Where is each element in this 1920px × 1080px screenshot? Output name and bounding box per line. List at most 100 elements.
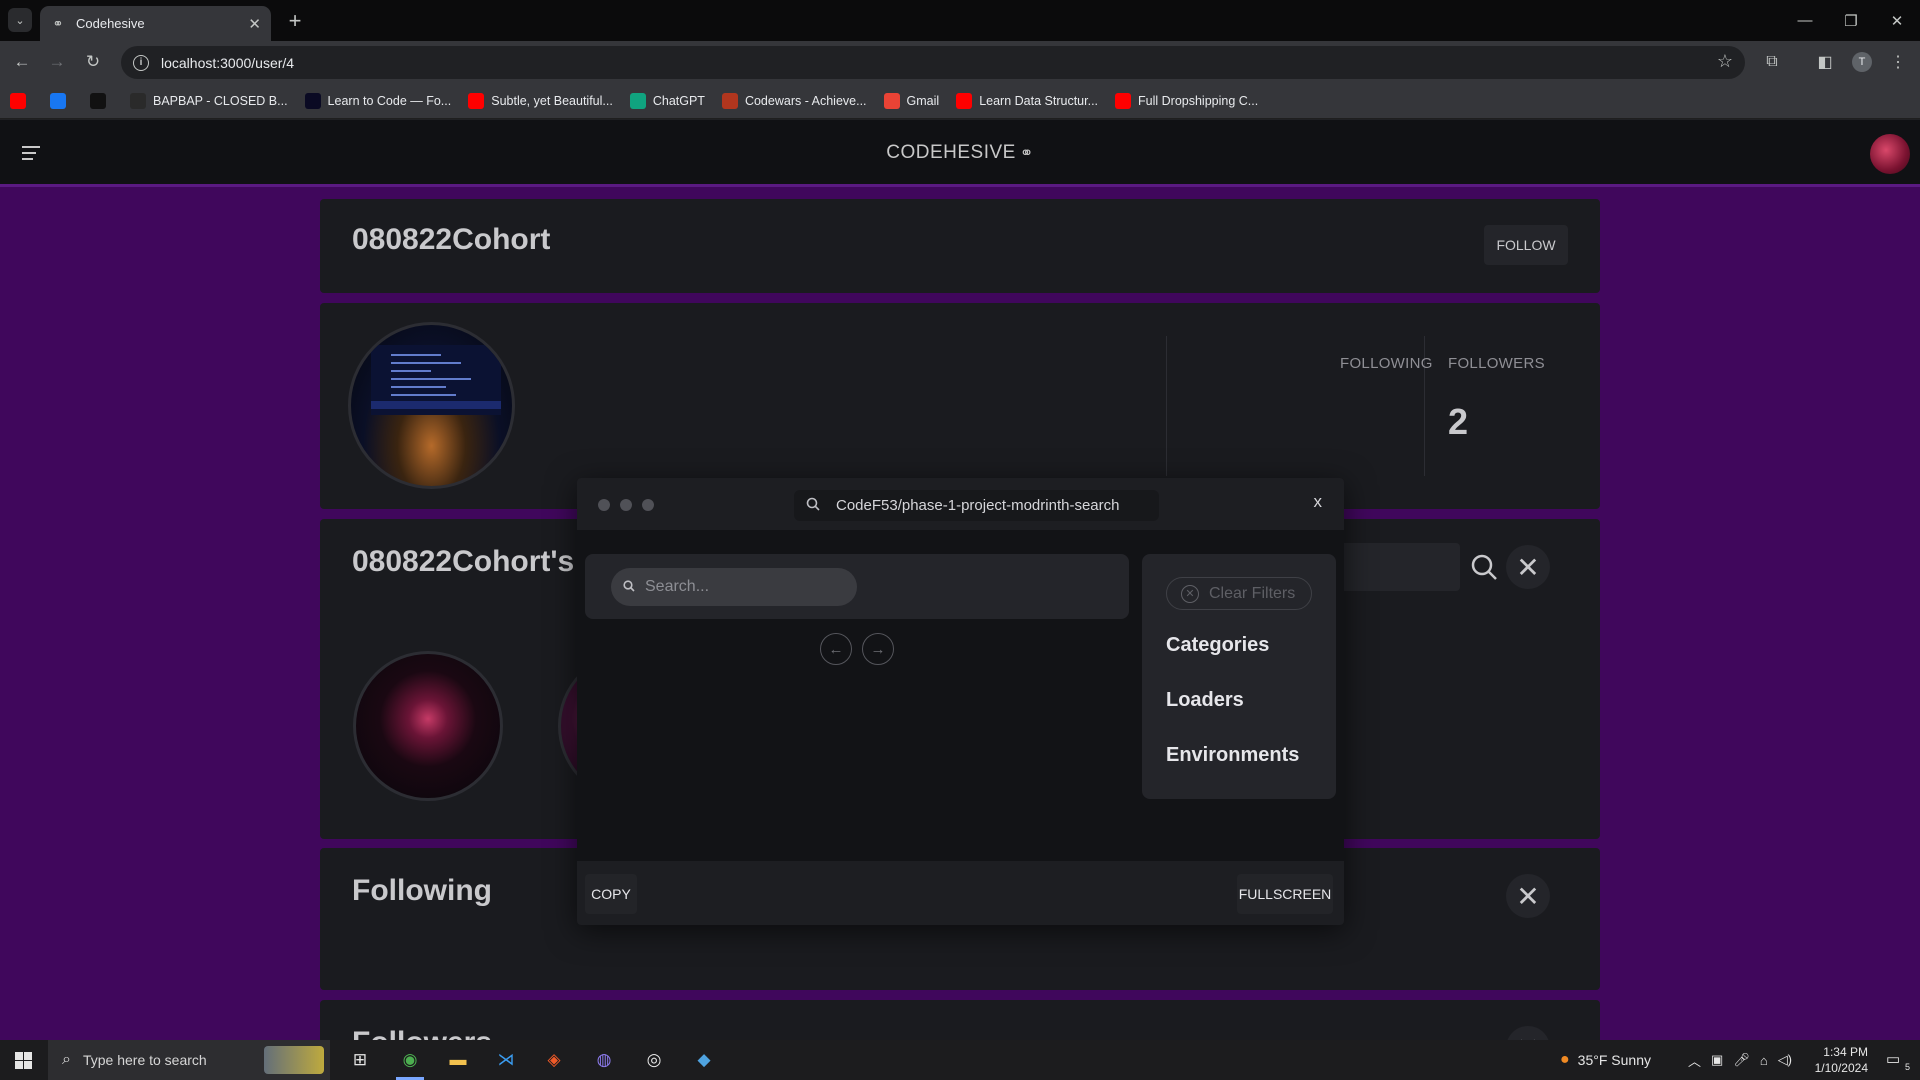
stats-divider <box>1166 336 1167 476</box>
bookmark-item[interactable] <box>90 92 113 109</box>
browser-toolbar: ← → ↻ i localhost:3000/user/4 ☆ ⧉ ◧ T ⋮ <box>0 41 1920 83</box>
window-dot-icon <box>620 499 632 511</box>
bookmark-item[interactable]: ChatGPT <box>629 92 705 109</box>
network-icon[interactable]: ⌂ <box>1760 1053 1768 1068</box>
filter-loaders[interactable]: Loaders <box>1166 689 1244 712</box>
profile-avatar[interactable]: T <box>1852 52 1872 72</box>
filter-categories[interactable]: Categories <box>1166 634 1269 657</box>
prev-page-button[interactable]: ← <box>820 633 852 665</box>
filter-environments[interactable]: Environments <box>1166 744 1299 767</box>
followers-count: 2 <box>1448 401 1469 442</box>
site-info-icon[interactable]: i <box>133 54 149 71</box>
profile-picture <box>348 322 515 489</box>
system-tray: ︿ ▣ 🎤︎ ⌂ ◁) <box>1688 1040 1792 1080</box>
bookmark-label: BAPBAP - CLOSED B... <box>153 93 288 108</box>
vscode-icon[interactable]: ⋊ <box>482 1040 530 1080</box>
chevron-up-icon[interactable]: ︿ <box>1688 1051 1701 1070</box>
windows-start-icon[interactable] <box>15 1052 32 1069</box>
tab-title: Codehesive <box>76 16 145 31</box>
youtube-icon <box>956 92 973 109</box>
close-icon[interactable]: ✕ <box>1506 874 1550 918</box>
project-thumbnail-nebula[interactable] <box>353 651 503 801</box>
search-panel <box>585 554 1129 619</box>
window-close-button[interactable]: ✕ <box>1874 0 1920 41</box>
meet-now-icon[interactable]: ▣ <box>1711 1052 1723 1068</box>
system-clock[interactable]: 1:34 PM 1/10/2024 <box>1815 1044 1868 1076</box>
extensions-icon[interactable]: ⧉ <box>1760 50 1784 74</box>
repo-name: CodeF53/phase-1-project-modrinth-search <box>836 497 1120 514</box>
git-app-icon[interactable]: ◈ <box>530 1040 578 1080</box>
clear-filters-button[interactable]: ✕ Clear Filters <box>1166 577 1312 610</box>
bookmark-item[interactable]: Learn to Code — Fo... <box>304 92 452 109</box>
next-page-button[interactable]: → <box>862 633 894 665</box>
search-icon[interactable] <box>1466 549 1502 585</box>
app-root: CODEHESIVE ⚭ 080822Cohort FOLLOW FOLLOWIN… <box>0 120 1920 1040</box>
user-avatar[interactable] <box>1870 134 1910 174</box>
restore-button[interactable]: ❐ <box>1828 0 1874 41</box>
gmail-icon <box>883 92 900 109</box>
bapbap-icon <box>130 92 146 109</box>
bookmark-item[interactable]: Subtle, yet Beautiful... <box>468 92 613 109</box>
follow-button[interactable]: FOLLOW <box>1484 225 1568 265</box>
projects-search-input[interactable] <box>1340 543 1460 591</box>
bookmark-item[interactable]: Codewars - Achieve... <box>721 92 867 109</box>
bookmark-item[interactable] <box>50 92 73 109</box>
bookmark-item[interactable]: Gmail <box>883 92 939 109</box>
sun-icon: ● <box>1560 1051 1570 1068</box>
bookmark-label: Full Dropshipping C... <box>1138 93 1259 108</box>
task-view-icon[interactable]: ⊞ <box>336 1040 384 1080</box>
close-icon[interactable]: ✕ <box>1506 545 1550 589</box>
followers-label: FOLLOWERS <box>1448 355 1545 372</box>
close-icon[interactable]: ✕ <box>1506 1026 1550 1040</box>
bookmark-item[interactable]: BAPBAP - CLOSED B... <box>130 92 288 109</box>
bookmark-star-icon[interactable]: ☆ <box>1717 51 1733 72</box>
file-explorer-icon[interactable]: ▬ <box>434 1040 482 1080</box>
obs-icon[interactable]: ◎ <box>630 1040 678 1080</box>
repo-address: CodeF53/phase-1-project-modrinth-search <box>794 490 1159 521</box>
bookmark-label: Learn to Code — Fo... <box>327 93 452 108</box>
weather-text: 35°F Sunny <box>1577 1052 1651 1068</box>
code-screen-image <box>371 345 501 415</box>
forward-button[interactable]: → <box>43 48 71 76</box>
git-branch-icon: ⚭ <box>1019 145 1034 162</box>
side-panel-icon[interactable]: ◧ <box>1813 50 1837 74</box>
notification-count: 5 <box>1904 1062 1910 1072</box>
taskbar-search[interactable]: ⌕ Type here to search <box>48 1040 330 1080</box>
search-field[interactable] <box>611 568 857 606</box>
app-header: CODEHESIVE ⚭ <box>0 120 1920 187</box>
clock-date: 1/10/2024 <box>1814 1061 1868 1075</box>
back-button[interactable]: ← <box>8 48 36 76</box>
projects-title: 080822Cohort's I <box>352 545 591 578</box>
chrome-icon[interactable]: ◉ <box>386 1040 434 1080</box>
app-icon[interactable]: ◆ <box>680 1040 728 1080</box>
address-bar[interactable]: i localhost:3000/user/4 ☆ <box>121 46 1745 79</box>
fullscreen-button[interactable]: FULLSCREEN <box>1237 874 1333 914</box>
minimize-button[interactable]: — <box>1782 0 1828 41</box>
tab-close-icon[interactable]: ✕ <box>248 15 261 33</box>
codehesive-tab-icon: ⚭ <box>52 15 64 31</box>
new-tab-button[interactable]: + <box>282 8 308 34</box>
browser-tab-strip: ⌄ ⚭ Codehesive ✕ + — ❐ ✕ <box>0 0 1920 41</box>
search-input[interactable] <box>645 578 835 596</box>
windows-taskbar: ⌕ Type here to search ⊞ ◉ ▬ ⋊ ◈ ◍ ◎ ◆ ● … <box>0 1040 1920 1080</box>
reload-button[interactable]: ↻ <box>79 48 107 76</box>
freecodecamp-icon <box>304 92 321 109</box>
copy-button[interactable]: COPY <box>585 874 637 914</box>
bookmark-label: ChatGPT <box>652 93 705 108</box>
browser-menu-icon[interactable]: ⋮ <box>1886 50 1910 74</box>
brand-logo[interactable]: CODEHESIVE ⚭ <box>0 142 1920 164</box>
microphone-icon[interactable]: 🎤︎ <box>1733 1052 1750 1068</box>
tab-search-button[interactable]: ⌄ <box>8 8 32 32</box>
double-slash-icon <box>90 92 106 109</box>
bookmark-item[interactable]: Full Dropshipping C... <box>1115 92 1259 109</box>
bookmark-item[interactable] <box>10 92 33 109</box>
modal-close-button[interactable]: x <box>1314 492 1323 512</box>
volume-icon[interactable]: ◁) <box>1778 1052 1792 1068</box>
notifications-icon[interactable]: ▭ 5 <box>1886 1050 1910 1072</box>
search-icon: ⌕ <box>62 1051 71 1068</box>
modal-footer: COPY FULLSCREEN <box>577 861 1344 925</box>
browser-tab-active[interactable]: ⚭ Codehesive ✕ <box>40 6 271 41</box>
bookmark-item[interactable]: Learn Data Structur... <box>956 92 1098 109</box>
discord-icon[interactable]: ◍ <box>580 1040 628 1080</box>
weather-widget[interactable]: ● 35°F Sunny <box>1560 1040 1651 1080</box>
